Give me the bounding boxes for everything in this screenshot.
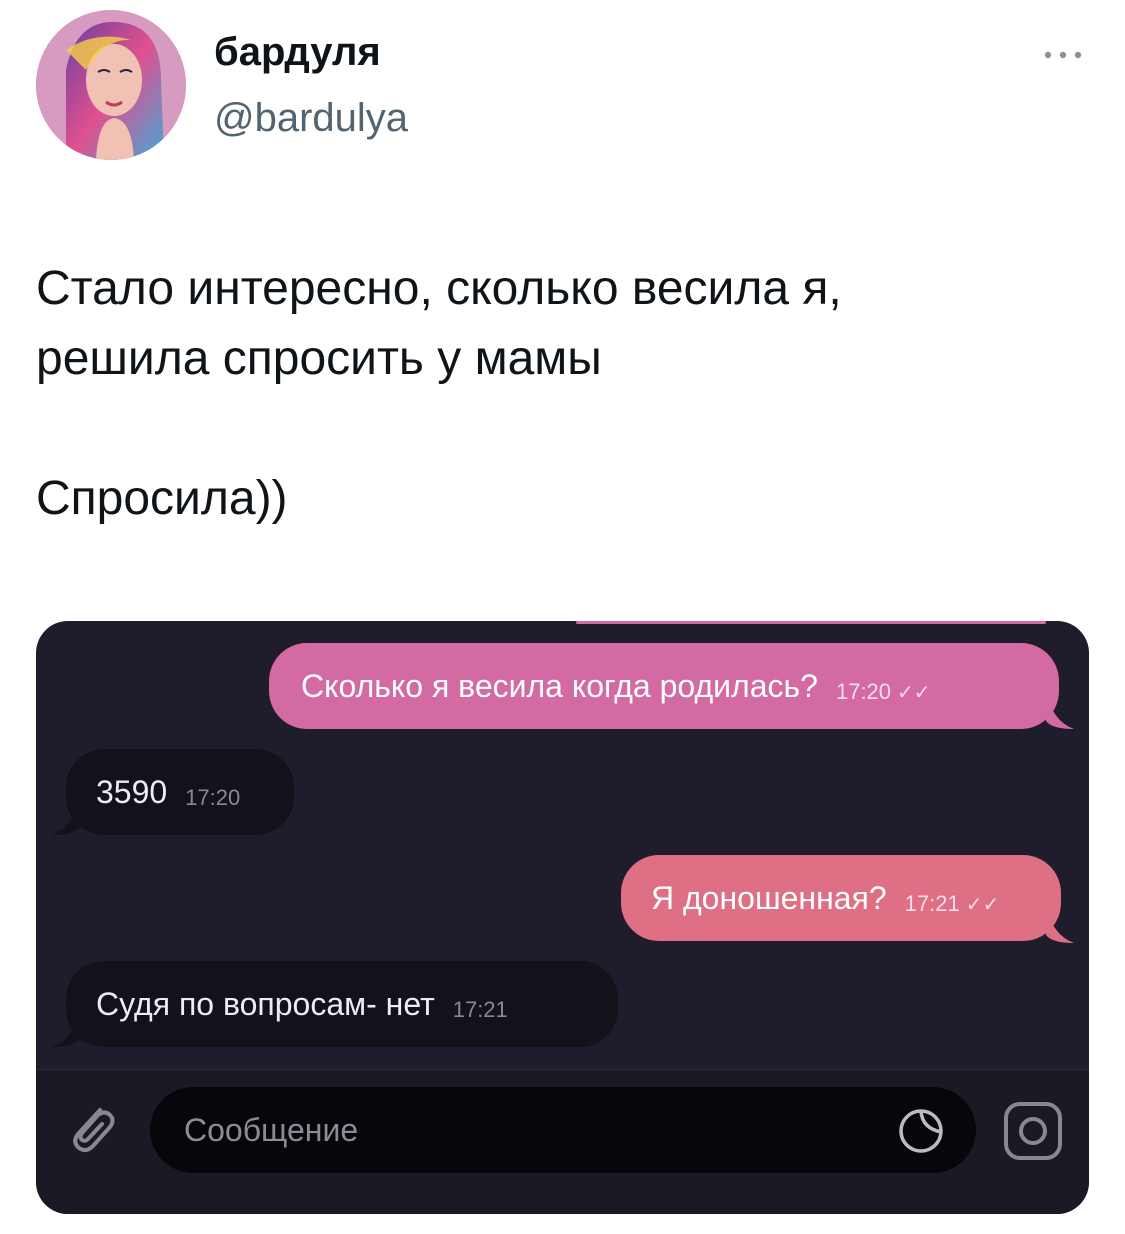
tweet-line: Стало интересно, сколько весила я, — [36, 262, 842, 315]
message-text: Сколько я весила когда родилась? — [301, 667, 818, 704]
message-time: 17:21 — [904, 891, 960, 916]
message-input[interactable]: Сообщение — [150, 1087, 976, 1173]
outgoing-message-bubble: Сколько я весила когда родилась? 17:20 ✓… — [269, 643, 1059, 729]
message-composer: Сообщение — [36, 1069, 1089, 1214]
sticker-icon[interactable] — [896, 1106, 946, 1156]
message-text: Я доношенная? — [651, 879, 887, 916]
previous-message-edge — [576, 621, 1046, 624]
author-display-name[interactable]: бардуля — [214, 30, 381, 75]
incoming-message-bubble: 3590 17:20 — [66, 749, 294, 835]
attach-icon[interactable] — [60, 1096, 122, 1158]
message-text: 3590 — [96, 773, 168, 810]
read-check-icon: ✓✓ — [965, 893, 1000, 916]
message-input-placeholder: Сообщение — [184, 1111, 359, 1148]
message-time: 17:20 — [185, 785, 241, 810]
outgoing-message-bubble: Я доношенная? 17:21 ✓✓ — [621, 855, 1061, 941]
camera-icon[interactable] — [1002, 1100, 1064, 1162]
read-check-icon: ✓✓ — [897, 681, 931, 704]
tweet-media-image[interactable]: Сколько я весила когда родилась? 17:20 ✓… — [36, 621, 1089, 1214]
bubble-tail-icon — [1046, 691, 1074, 729]
message-time: 17:20 — [835, 679, 892, 704]
tweet-line: Спросила)) — [36, 472, 288, 525]
more-icon[interactable] — [1040, 42, 1086, 68]
avatar[interactable] — [36, 10, 186, 160]
bubble-tail-icon — [1046, 905, 1074, 943]
tweet-line: решила спросить у мамы — [36, 332, 602, 385]
tweet-text: Стало интересно, сколько весила я, решил… — [36, 254, 1086, 534]
author-handle[interactable]: @bardulya — [214, 96, 408, 141]
message-time: 17:21 — [452, 997, 508, 1022]
incoming-message-bubble: Судя по вопросам- нет 17:21 — [66, 961, 618, 1047]
message-text: Судя по вопросам- нет — [96, 985, 435, 1022]
